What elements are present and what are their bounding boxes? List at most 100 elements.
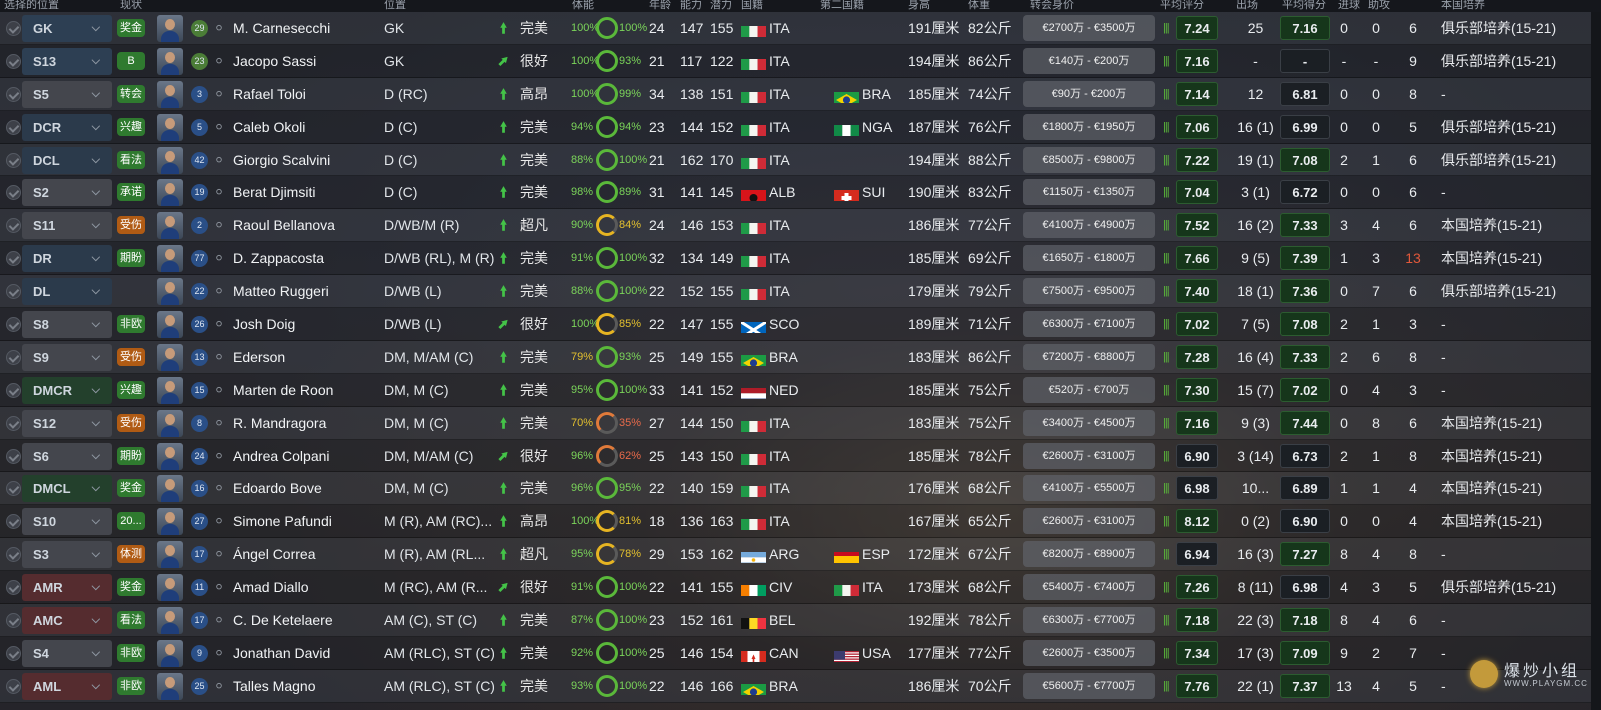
status-badge[interactable]: 期盼 (117, 446, 145, 465)
select-checkbox[interactable] (6, 317, 21, 333)
table-row[interactable]: DCL ⌵ 看法 42 ⚪ Giorgio Scalvini D (C) 🠙 完美 88% 100%… (0, 143, 1601, 177)
header-status[interactable]: 现状 (120, 0, 142, 12)
status-badge[interactable]: 非欧 (117, 315, 145, 334)
table-row[interactable]: S2 ⌵ 承诺 19 ⚪ Berat Djimsiti D (C) 🠙 完美 98% 89% 31 14… (0, 176, 1601, 210)
selected-position-dropdown[interactable]: DMCR ⌵ (22, 376, 112, 404)
select-checkbox[interactable] (6, 284, 21, 300)
table-row[interactable]: DL ⌵ 22 ⚪ Matteo Ruggeri D/WB (L) 🠙 完美 88% 100% 22… (0, 275, 1601, 309)
selected-position-dropdown[interactable]: GK ⌵ (22, 15, 112, 42)
player-name[interactable]: Josh Doig (233, 308, 378, 340)
player-name[interactable]: Edoardo Bove (233, 472, 378, 504)
player-name[interactable]: Andrea Colpani (233, 440, 378, 472)
selected-position-dropdown[interactable]: DCR ⌵ (22, 113, 112, 141)
player-name[interactable]: D. Zappacosta (233, 242, 378, 274)
player-photo[interactable] (157, 475, 183, 503)
select-checkbox[interactable] (6, 21, 21, 36)
table-row[interactable]: S6 ⌵ 期盼 24 ⚪ Andrea Colpani DM, M/AM (C) 🠙 很好 96%… (0, 439, 1601, 473)
table-row[interactable]: DMCL ⌵ 奖金 16 ⚪ Edoardo Bove DM, M (C) 🠙 完美 96% 95%… (0, 472, 1601, 506)
table-row[interactable]: S10 ⌵ 20... 27 ⚪ Simone Pafundi M (R), AM (RC)… (0, 505, 1601, 539)
player-name[interactable]: Giorgio Scalvini (233, 144, 378, 176)
table-row[interactable]: AML ⌵ 非欧 25 ⚪ Talles Magno AM (RLC), ST (C) 🠙 完美… (0, 669, 1601, 703)
select-checkbox[interactable] (6, 481, 21, 497)
selected-position-dropdown[interactable]: S4 ⌵ (22, 639, 112, 667)
player-name[interactable]: Caleb Okoli (233, 111, 378, 143)
player-name[interactable]: Ángel Correa (233, 538, 378, 570)
selected-position-dropdown[interactable]: S11 ⌵ (22, 212, 112, 240)
select-checkbox[interactable] (6, 53, 21, 69)
player-photo[interactable] (157, 343, 183, 371)
selected-position-dropdown[interactable]: S10 ⌵ (22, 508, 112, 536)
table-row[interactable]: S13 ⌵ B 23 ⚪ Jacopo Sassi GK 🠙 很好 100% 93% 21 117 122… (0, 44, 1601, 78)
header-second-nationality[interactable]: 第二国籍 (820, 0, 864, 12)
table-row[interactable]: DR ⌵ 期盼 77 ⚪ D. Zappacosta D/WB (RL), M (R) 🠙 完美… (0, 242, 1601, 276)
header-apps[interactable]: 出场 (1236, 0, 1258, 12)
header-age[interactable]: 年龄 (649, 0, 671, 12)
status-badge[interactable]: 20... (117, 512, 145, 531)
player-photo[interactable] (157, 179, 183, 207)
player-name[interactable]: R. Mandragora (233, 407, 378, 439)
status-badge[interactable]: 兴趣 (117, 380, 145, 399)
status-badge[interactable]: 承诺 (117, 183, 145, 202)
header-height[interactable]: 身高 (908, 0, 930, 12)
player-photo[interactable] (157, 278, 183, 306)
selected-position-dropdown[interactable]: S12 ⌵ (22, 409, 112, 437)
status-badge[interactable]: 看法 (117, 150, 145, 169)
status-badge[interactable]: 体测 (117, 545, 145, 564)
selected-position-dropdown[interactable]: DL ⌵ (22, 278, 112, 306)
header-goals[interactable]: 进球 (1338, 0, 1360, 12)
player-name[interactable]: Rafael Toloi (233, 78, 378, 110)
player-name[interactable]: Marten de Roon (233, 374, 378, 406)
selected-position-dropdown[interactable]: DMCL ⌵ (22, 475, 112, 503)
selected-position-dropdown[interactable]: AMR ⌵ (22, 574, 112, 602)
select-checkbox[interactable] (6, 119, 21, 135)
table-row[interactable]: DMCR ⌵ 兴趣 15 ⚪ Marten de Roon DM, M (C) 🠙 完美 95% 1… (0, 373, 1601, 407)
status-badge[interactable]: B (117, 51, 145, 70)
player-name[interactable]: M. Carnesecchi (233, 12, 378, 44)
table-row[interactable]: AMC ⌵ 看法 17 ⚪ C. De Ketelaere AM (C), ST (C) 🠙 完… (0, 604, 1601, 637)
player-photo[interactable] (157, 442, 183, 470)
player-name[interactable]: Jacopo Sassi (233, 45, 378, 77)
player-name[interactable]: C. De Ketelaere (233, 604, 378, 636)
player-photo[interactable] (157, 508, 183, 536)
player-name[interactable]: Raoul Bellanova (233, 209, 378, 241)
table-row[interactable]: S4 ⌵ 非欧 9 ⚪ Jonathan David AM (RLC), ST (C) 🠙 完美… (0, 636, 1601, 670)
player-name[interactable]: Simone Pafundi (233, 505, 378, 537)
selected-position-dropdown[interactable]: S2 ⌵ (22, 179, 112, 207)
select-checkbox[interactable] (6, 415, 21, 431)
header-avg-rating[interactable]: 平均评分 (1160, 0, 1204, 12)
select-checkbox[interactable] (6, 185, 21, 201)
player-name[interactable]: Ederson (233, 341, 378, 373)
player-photo[interactable] (157, 672, 183, 700)
selected-position-dropdown[interactable]: S13 ⌵ (22, 47, 112, 75)
select-checkbox[interactable] (6, 251, 21, 267)
selected-position-dropdown[interactable]: S5 ⌵ (22, 80, 112, 108)
table-row[interactable]: S5 ⌵ 转会 3 ⚪ Rafael Toloi D (RC) 🠙 高昂 100% 99% 34 138… (0, 77, 1601, 111)
select-checkbox[interactable] (6, 218, 21, 234)
player-photo[interactable] (157, 15, 183, 42)
header-potential[interactable]: 潜力 (710, 0, 732, 12)
header-homegrown[interactable]: 本国培养 (1441, 0, 1485, 12)
table-row[interactable]: GK ⌵ 奖金 29 ⚪ M. Carnesecchi GK 🠙 完美 100% 100% 24 147… (0, 12, 1601, 45)
header-ability[interactable]: 能力 (680, 0, 702, 12)
header-value[interactable]: 转会身价 (1030, 0, 1074, 12)
header-condition[interactable]: 体能 (572, 0, 594, 12)
player-name[interactable]: Amad Diallo (233, 571, 378, 603)
table-row[interactable]: S11 ⌵ 受伤 2 ⚪ Raoul Bellanova D/WB/M (R) 🠙 超凡 90% 8… (0, 209, 1601, 243)
status-badge[interactable]: 非欧 (117, 643, 145, 662)
table-row[interactable]: S9 ⌵ 受伤 13 ⚪ Ederson DM, M/AM (C) 🠙 完美 79% 93% 25 14… (0, 340, 1601, 374)
header-nationality[interactable]: 国籍 (741, 0, 763, 12)
select-checkbox[interactable] (6, 678, 21, 694)
player-photo[interactable] (157, 639, 183, 667)
player-photo[interactable] (157, 47, 183, 75)
select-checkbox[interactable] (6, 152, 21, 168)
select-checkbox[interactable] (6, 547, 21, 563)
selected-position-dropdown[interactable]: DR ⌵ (22, 245, 112, 273)
table-row[interactable]: AMR ⌵ 奖金 11 ⚪ Amad Diallo M (RC), AM (R... 🠙 很好 9… (0, 571, 1601, 605)
selected-position-dropdown[interactable]: DCL ⌵ (22, 146, 112, 174)
status-badge[interactable]: 奖金 (117, 19, 145, 37)
player-photo[interactable] (157, 541, 183, 569)
player-photo[interactable] (157, 574, 183, 602)
selected-position-dropdown[interactable]: AMC ⌵ (22, 607, 112, 635)
select-checkbox[interactable] (6, 580, 21, 596)
status-badge[interactable]: 兴趣 (117, 117, 145, 136)
